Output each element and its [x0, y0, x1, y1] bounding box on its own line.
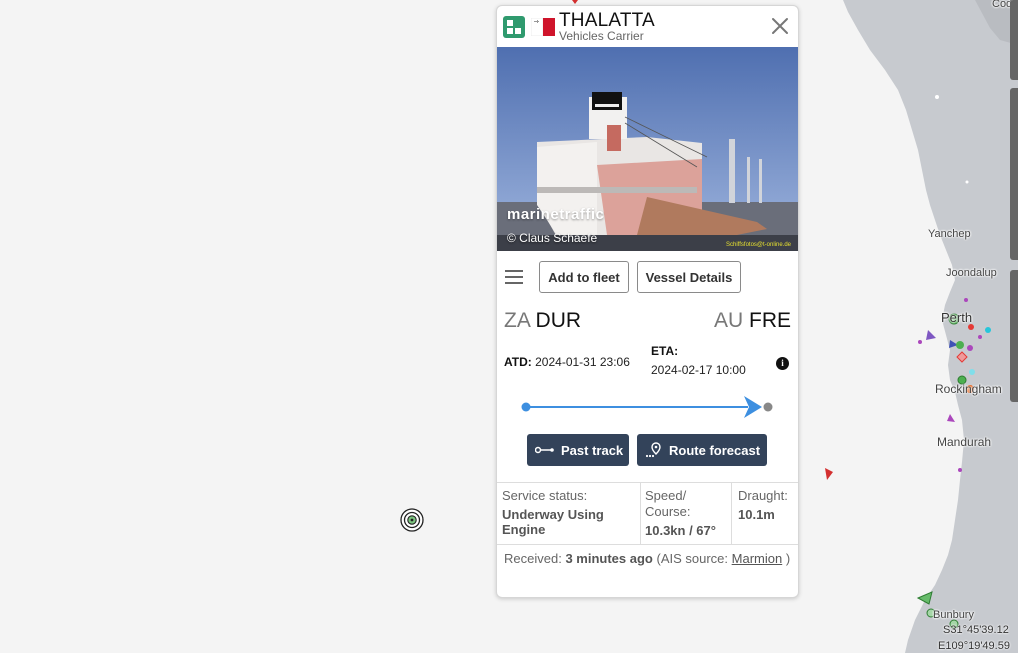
photo-credit: © Claus Schaefe — [507, 231, 598, 245]
vessel-type-icon — [503, 16, 525, 38]
route-forecast-label: Route forecast — [669, 442, 761, 458]
arrival-code: FRE — [749, 309, 791, 332]
received-suffix: ) — [785, 551, 791, 566]
menu-icon[interactable] — [505, 270, 523, 284]
vessel-popup: THALATTA Vehicles Carrier marinetraffic … — [496, 5, 799, 598]
received-age: 3 minutes ago — [565, 551, 653, 566]
divider — [640, 483, 641, 544]
popup-toolbar: Add to fleet Vessel Details — [497, 251, 798, 297]
past-track-icon — [535, 446, 554, 454]
popup-header: THALATTA Vehicles Carrier — [497, 6, 798, 47]
route-forecast-button[interactable]: Route forecast — [637, 434, 767, 466]
draught-label: Draught: — [738, 488, 788, 503]
progress-end-dot — [763, 402, 773, 412]
departure-code: DUR — [535, 309, 582, 332]
atd-label: ATD: — [504, 355, 532, 369]
eta-value: 2024-02-17 10:00 — [651, 363, 746, 377]
map-side-controls[interactable] — [1010, 0, 1018, 653]
vessel-type: Vehicles Carrier — [559, 29, 644, 43]
departure-country: ZA — [504, 309, 530, 332]
service-status: Service status: Underway Using Engine — [502, 483, 638, 544]
received-info: Received: 3 minutes ago (AIS source: Mar… — [504, 549, 792, 569]
past-track-button[interactable]: Past track — [527, 434, 629, 466]
photo-credit-email: Schiffsfotos@t-online.de — [726, 242, 792, 248]
ais-source-label: (AIS source: — [656, 551, 729, 566]
speed-course-label: Speed/ Course: — [645, 488, 691, 519]
ais-source-link[interactable]: Marmion — [732, 551, 783, 566]
place-label-perth: Perth — [941, 310, 973, 325]
eta-label: ETA: — [651, 344, 679, 358]
voyage-times: ATD: 2024-01-31 23:06 ETA: 2024-02-17 10… — [497, 344, 798, 384]
divider — [731, 483, 732, 544]
departure-port[interactable]: ZA DUR — [504, 309, 581, 333]
atd: ATD: 2024-01-31 23:06 — [504, 355, 630, 369]
place-label-yanchep: Yanchep — [928, 228, 971, 240]
add-to-fleet-button[interactable]: Add to fleet — [539, 261, 629, 293]
vessel-photo[interactable]: marinetraffic © Claus Schaefe Schiffsfot… — [497, 47, 798, 251]
coordinate-lat: S31°45'39.12 — [943, 624, 1009, 636]
past-track-label: Past track — [561, 442, 624, 458]
draught-value: 10.1m — [738, 507, 775, 522]
service-status-label: Service status: — [502, 488, 588, 503]
draught: Draught: 10.1m — [738, 483, 796, 544]
route-forecast-icon — [645, 442, 661, 458]
malta-flag-icon — [531, 18, 555, 36]
photo-watermark: marinetraffic — [507, 206, 605, 223]
arrival-country: AU — [713, 309, 744, 332]
voyage-progress-bar — [521, 396, 773, 418]
service-status-value: Underway Using Engine — [502, 507, 604, 537]
place-label-bunbury: Bunbury — [933, 609, 974, 621]
speed-course-value: 10.3kn / 67° — [645, 523, 716, 538]
speed-course: Speed/ Course: 10.3kn / 67° — [645, 483, 729, 544]
vessel-status-grid: Service status: Underway Using Engine Sp… — [497, 482, 798, 545]
place-label-rockingham: Rockingham — [935, 382, 1002, 396]
info-icon[interactable]: i — [776, 357, 789, 370]
arrival-port[interactable]: AU FRE — [714, 309, 791, 333]
vessel-details-button[interactable]: Vessel Details — [637, 261, 741, 293]
close-icon[interactable] — [771, 17, 789, 35]
received-label: Received: — [504, 551, 562, 566]
vessel-position-icon[interactable] — [400, 508, 424, 532]
eta: ETA: 2024-02-17 10:00 — [651, 344, 746, 377]
place-label-joondalup: Joondalup — [946, 267, 997, 279]
progress-start-dot — [521, 402, 531, 412]
place-label-mandurah: Mandurah — [937, 435, 992, 449]
coordinate-lon: E109°19'49.59 — [938, 640, 1010, 652]
atd-value: 2024-01-31 23:06 — [535, 355, 630, 369]
